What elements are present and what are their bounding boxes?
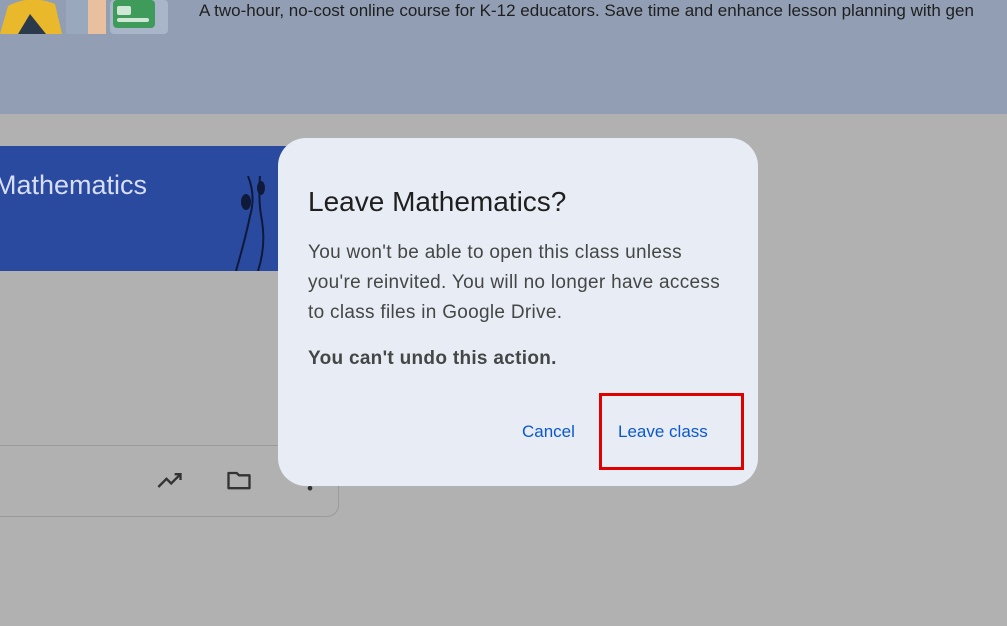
banner-text[interactable]: A two-hour, no-cost online course for K-… bbox=[199, 1, 974, 21]
class-title[interactable]: Mathematics bbox=[0, 170, 147, 201]
trending-up-icon[interactable] bbox=[156, 466, 184, 494]
dialog-body: You won't be able to open this class unl… bbox=[308, 242, 720, 323]
class-header[interactable]: Mathematics bbox=[0, 146, 300, 271]
dialog-title: Leave Mathematics? bbox=[308, 186, 567, 217]
educator-illustration-icon bbox=[0, 0, 168, 34]
dialog-warning: You can't undo this action. bbox=[308, 348, 557, 369]
cancel-button[interactable]: Cancel bbox=[522, 422, 575, 442]
promo-banner: A two-hour, no-cost online course for K-… bbox=[0, 0, 1007, 114]
highlight-annotation bbox=[599, 393, 744, 470]
folder-icon[interactable] bbox=[225, 466, 253, 494]
